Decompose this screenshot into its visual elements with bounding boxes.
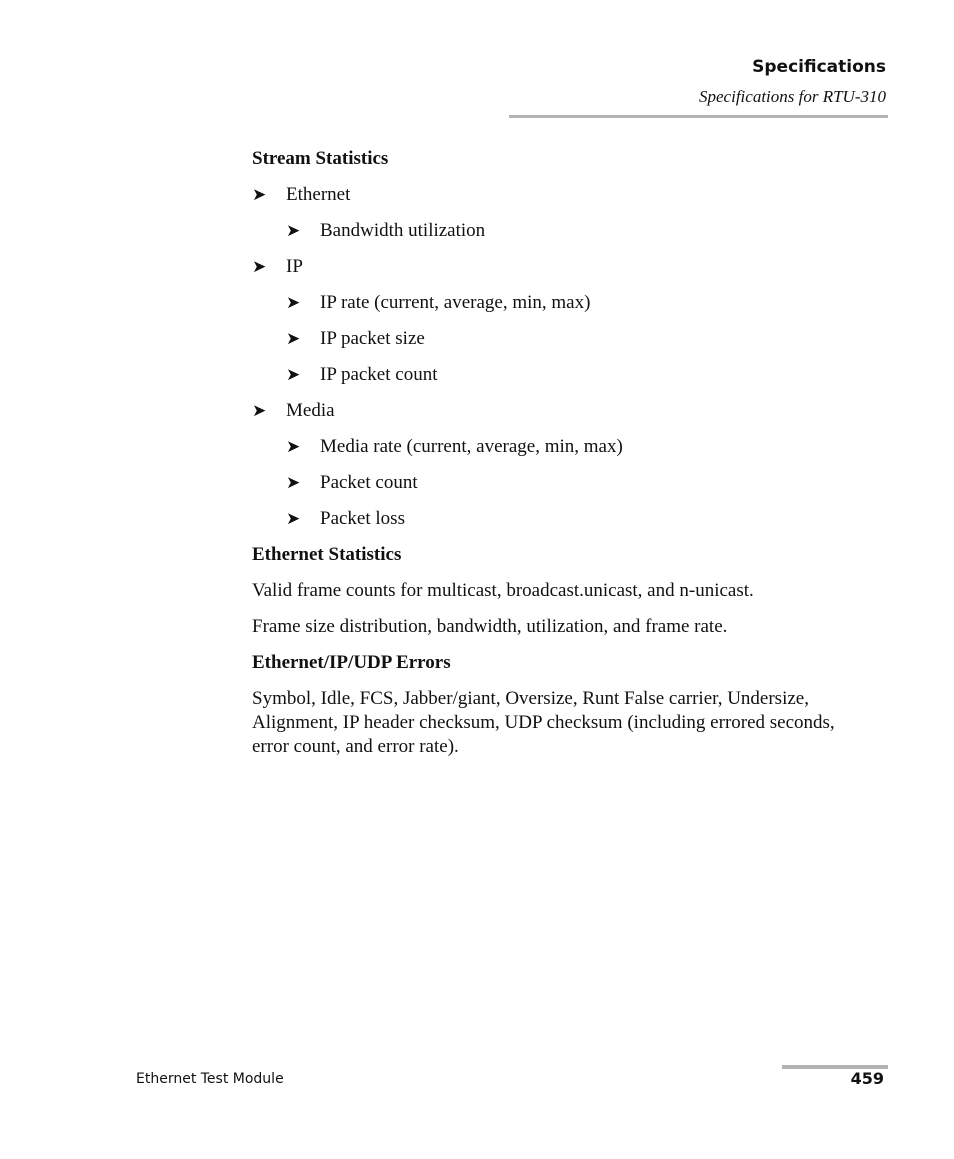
arrow-bullet-icon: ➤ bbox=[286, 509, 301, 528]
page-body: Stream Statistics ➤ Ethernet ➤ Bandwidth… bbox=[252, 145, 872, 771]
list-item-ip-packet-size: ➤ IP packet size bbox=[286, 328, 425, 349]
list-item-ethernet: ➤ Ethernet bbox=[252, 184, 351, 205]
footer-document-title: Ethernet Test Module bbox=[136, 1071, 284, 1087]
arrow-bullet-icon: ➤ bbox=[286, 473, 301, 492]
list-item-bandwidth-utilization: ➤ Bandwidth utilization bbox=[286, 220, 486, 241]
stream-statistics-heading: Stream Statistics bbox=[252, 148, 389, 169]
ethernet-statistics-heading: Ethernet Statistics bbox=[252, 544, 402, 565]
list-item-ip-rate: ➤ IP rate (current, average, min, max) bbox=[286, 292, 591, 313]
arrow-bullet-icon: ➤ bbox=[286, 437, 301, 456]
arrow-bullet-icon: ➤ bbox=[252, 401, 267, 420]
ethernet-statistics-paragraph: Frame size distribution, bandwidth, util… bbox=[252, 616, 728, 637]
header-rule bbox=[509, 115, 888, 118]
errors-heading: Ethernet/IP/UDP Errors bbox=[252, 652, 451, 673]
list-item-packet-loss: ➤ Packet loss bbox=[286, 508, 405, 529]
list-item-packet-count: ➤ Packet count bbox=[286, 472, 418, 493]
arrow-bullet-icon: ➤ bbox=[286, 365, 301, 384]
arrow-bullet-icon: ➤ bbox=[286, 221, 301, 240]
page-number: 459 bbox=[850, 1069, 884, 1088]
running-header-title: Specifications bbox=[752, 57, 886, 77]
list-item-media-rate: ➤ Media rate (current, average, min, max… bbox=[286, 436, 623, 457]
arrow-bullet-icon: ➤ bbox=[286, 293, 301, 312]
list-item-ip: ➤ IP bbox=[252, 256, 303, 277]
list-item-media: ➤ Media bbox=[252, 400, 335, 421]
arrow-bullet-icon: ➤ bbox=[252, 185, 267, 204]
running-header-subtitle: Specifications for RTU-310 bbox=[699, 87, 886, 106]
list-item-ip-packet-count: ➤ IP packet count bbox=[286, 364, 438, 385]
errors-paragraph: Symbol, Idle, FCS, Jabber/giant, Oversiz… bbox=[252, 688, 835, 757]
ethernet-statistics-paragraph: Valid frame counts for multicast, broadc… bbox=[252, 580, 754, 601]
arrow-bullet-icon: ➤ bbox=[286, 329, 301, 348]
arrow-bullet-icon: ➤ bbox=[252, 257, 267, 276]
